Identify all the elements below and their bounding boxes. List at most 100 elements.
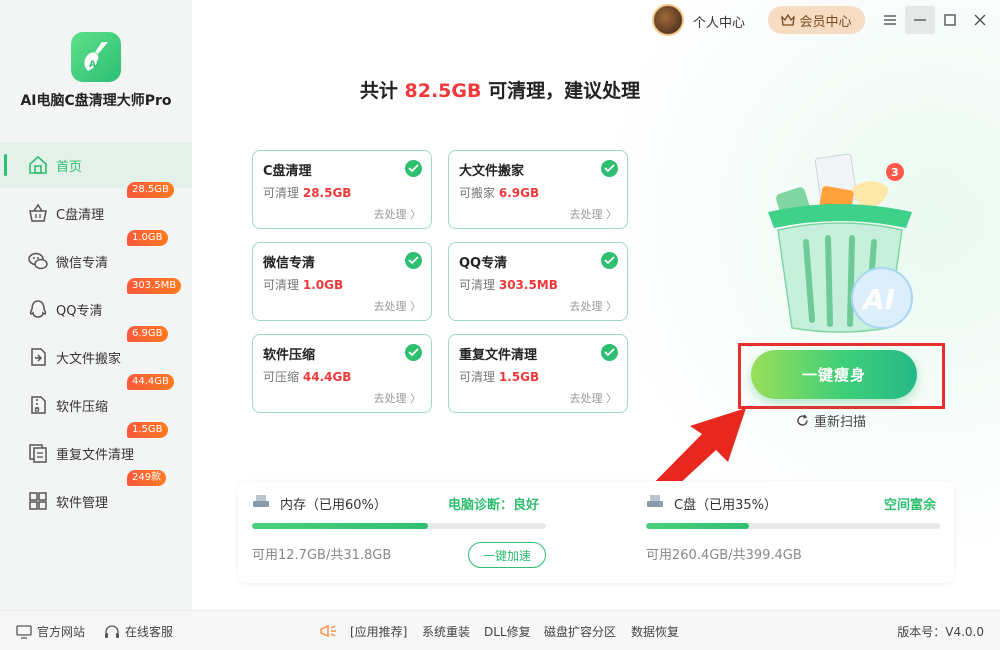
hamburger-icon bbox=[884, 15, 896, 25]
card-amount-label: 可清理 bbox=[263, 278, 300, 292]
check-icon bbox=[601, 252, 618, 269]
monitor-icon bbox=[16, 624, 32, 639]
memory-label: 内存（已用60%） bbox=[280, 498, 387, 513]
app-title: AI电脑C盘清理大师Pro bbox=[20, 93, 172, 109]
sidebar-item-software-manage[interactable]: 软件管理 249款 bbox=[0, 470, 192, 524]
sidebar-item-duplicate[interactable]: 重复文件清理 1.5GB bbox=[0, 422, 192, 476]
crown-icon bbox=[781, 14, 796, 26]
card-amount-label: 可清理 bbox=[459, 278, 496, 292]
sidebar-item-label: QQ专清 bbox=[56, 303, 103, 319]
headline-amount: 82.5GB bbox=[404, 80, 482, 102]
data-recovery-link[interactable]: 数据恢复 bbox=[631, 623, 679, 640]
memory-progress-bar bbox=[252, 523, 546, 529]
size-badge: 6.9GB bbox=[127, 326, 168, 342]
sidebar-item-label: 首页 bbox=[56, 159, 83, 175]
recommend-icon-wrap bbox=[318, 623, 345, 639]
apps-grid-icon bbox=[29, 492, 47, 510]
card-title: 重复文件清理 bbox=[459, 348, 538, 363]
card-amount: 可搬家 6.9GB bbox=[459, 184, 539, 201]
disk-usage: 可用260.4GB/共399.4GB bbox=[646, 548, 802, 563]
vip-center-button[interactable]: 会员中心 bbox=[768, 6, 865, 34]
summary-headline: 共计 82.5GB 可清理，建议处理 bbox=[192, 76, 808, 103]
online-service-label: 在线客服 bbox=[125, 625, 174, 639]
card-title: 软件压缩 bbox=[263, 348, 316, 363]
profile-link[interactable]: 个人中心 bbox=[693, 12, 745, 31]
megaphone-icon bbox=[320, 624, 336, 638]
size-badge: 44.4GB bbox=[127, 374, 174, 390]
online-service-link[interactable]: 在线客服 bbox=[104, 623, 173, 640]
maximize-icon bbox=[944, 14, 956, 26]
broom-ai-icon: AI bbox=[84, 42, 108, 71]
rescan-label: 重新扫描 bbox=[814, 415, 867, 430]
process-link[interactable]: 去处理 〉 bbox=[374, 390, 422, 406]
headset-icon bbox=[105, 624, 119, 638]
ai-trash-can-illustration: 3 AI bbox=[768, 153, 913, 333]
sidebar-item-c-clean[interactable]: C盘清理 28.5GB bbox=[0, 182, 192, 236]
official-website-link[interactable]: 官方网站 bbox=[16, 623, 85, 640]
sidebar-item-qq[interactable]: QQ专清 303.5MB bbox=[0, 278, 192, 332]
card-amount-label: 可清理 bbox=[459, 370, 496, 384]
disk-label: C盘（已用35%） bbox=[674, 498, 777, 513]
refresh-icon bbox=[797, 414, 808, 426]
version-label: 版本号：V4.0.0 bbox=[897, 625, 984, 639]
disk-expand-link[interactable]: 磁盘扩容分区 bbox=[544, 623, 616, 640]
card-amount: 可清理 1.0GB bbox=[263, 276, 343, 293]
one-click-speedup-button[interactable]: 一键加速 bbox=[468, 542, 546, 568]
sidebar-item-label: 软件管理 bbox=[56, 495, 109, 511]
dll-repair-link[interactable]: DLL修复 bbox=[484, 623, 531, 640]
system-reinstall-link[interactable]: 系统重装 bbox=[422, 623, 470, 640]
memory-usage: 可用12.7GB/共31.8GB bbox=[252, 548, 392, 563]
card-qq[interactable]: QQ专清 可清理 303.5MB 去处理 〉 bbox=[448, 242, 628, 321]
card-big-file-move[interactable]: 大文件搬家 可搬家 6.9GB 去处理 〉 bbox=[448, 150, 628, 229]
card-title: QQ专清 bbox=[459, 256, 508, 271]
sidebar-item-label: 大文件搬家 bbox=[56, 351, 122, 367]
card-amount-value: 303.5MB bbox=[498, 278, 558, 292]
app-logo: AI bbox=[71, 32, 121, 82]
minimize-icon bbox=[914, 19, 926, 21]
sidebar: AI AI电脑C盘清理大师Pro 首页 C盘清理 28.5GB 微信专清 1.0… bbox=[0, 0, 192, 610]
sidebar-item-label: 软件压缩 bbox=[56, 399, 109, 415]
maximize-button[interactable] bbox=[935, 6, 965, 34]
notification-count: 3 bbox=[891, 166, 899, 179]
process-link[interactable]: 去处理 〉 bbox=[374, 206, 422, 222]
zip-icon bbox=[31, 396, 46, 414]
disk-icon bbox=[647, 495, 663, 507]
card-amount-value: 1.5GB bbox=[498, 370, 540, 384]
disk-status: 空间富余 bbox=[884, 498, 937, 513]
close-button[interactable] bbox=[965, 6, 995, 34]
card-wechat[interactable]: 微信专清 可清理 1.0GB 去处理 〉 bbox=[252, 242, 432, 321]
process-link[interactable]: 去处理 〉 bbox=[570, 298, 618, 314]
close-icon bbox=[974, 14, 986, 26]
vip-label: 会员中心 bbox=[799, 14, 852, 30]
memory-icon bbox=[253, 495, 269, 507]
sidebar-item-compress[interactable]: 软件压缩 44.4GB bbox=[0, 374, 192, 428]
card-title: 微信专清 bbox=[263, 256, 316, 271]
minimize-button[interactable] bbox=[905, 6, 935, 34]
menu-button[interactable] bbox=[875, 6, 905, 34]
card-amount: 可压缩 44.4GB bbox=[263, 368, 351, 385]
card-amount-value: 1.0GB bbox=[302, 278, 344, 292]
sidebar-item-label: C盘清理 bbox=[56, 207, 105, 223]
card-amount-label: 可压缩 bbox=[263, 370, 300, 384]
count-badge: 249款 bbox=[127, 470, 167, 486]
size-badge: 303.5MB bbox=[127, 278, 182, 294]
card-amount: 可清理 1.5GB bbox=[459, 368, 539, 385]
card-c-clean[interactable]: C盘清理 可清理 28.5GB 去处理 〉 bbox=[252, 150, 432, 229]
size-badge: 1.5GB bbox=[127, 422, 168, 438]
sidebar-item-label: 重复文件清理 bbox=[56, 447, 135, 463]
home-icon bbox=[29, 155, 47, 174]
process-link[interactable]: 去处理 〉 bbox=[570, 206, 618, 222]
duplicate-icon bbox=[29, 444, 47, 463]
check-icon bbox=[601, 160, 618, 177]
one-click-slim-button[interactable]: 一键瘦身 bbox=[751, 350, 917, 399]
avatar[interactable] bbox=[652, 4, 684, 36]
rescan-link[interactable]: 重新扫描 bbox=[796, 411, 866, 430]
process-link[interactable]: 去处理 〉 bbox=[374, 298, 422, 314]
move-file-icon bbox=[31, 348, 46, 366]
card-amount-value: 44.4GB bbox=[302, 370, 352, 384]
card-compress[interactable]: 软件压缩 可压缩 44.4GB 去处理 〉 bbox=[252, 334, 432, 413]
headline-suffix: 可清理，建议处理 bbox=[481, 80, 641, 102]
check-icon bbox=[405, 344, 422, 361]
disk-progress-fill bbox=[646, 523, 749, 529]
headline-prefix: 共计 bbox=[359, 80, 405, 102]
